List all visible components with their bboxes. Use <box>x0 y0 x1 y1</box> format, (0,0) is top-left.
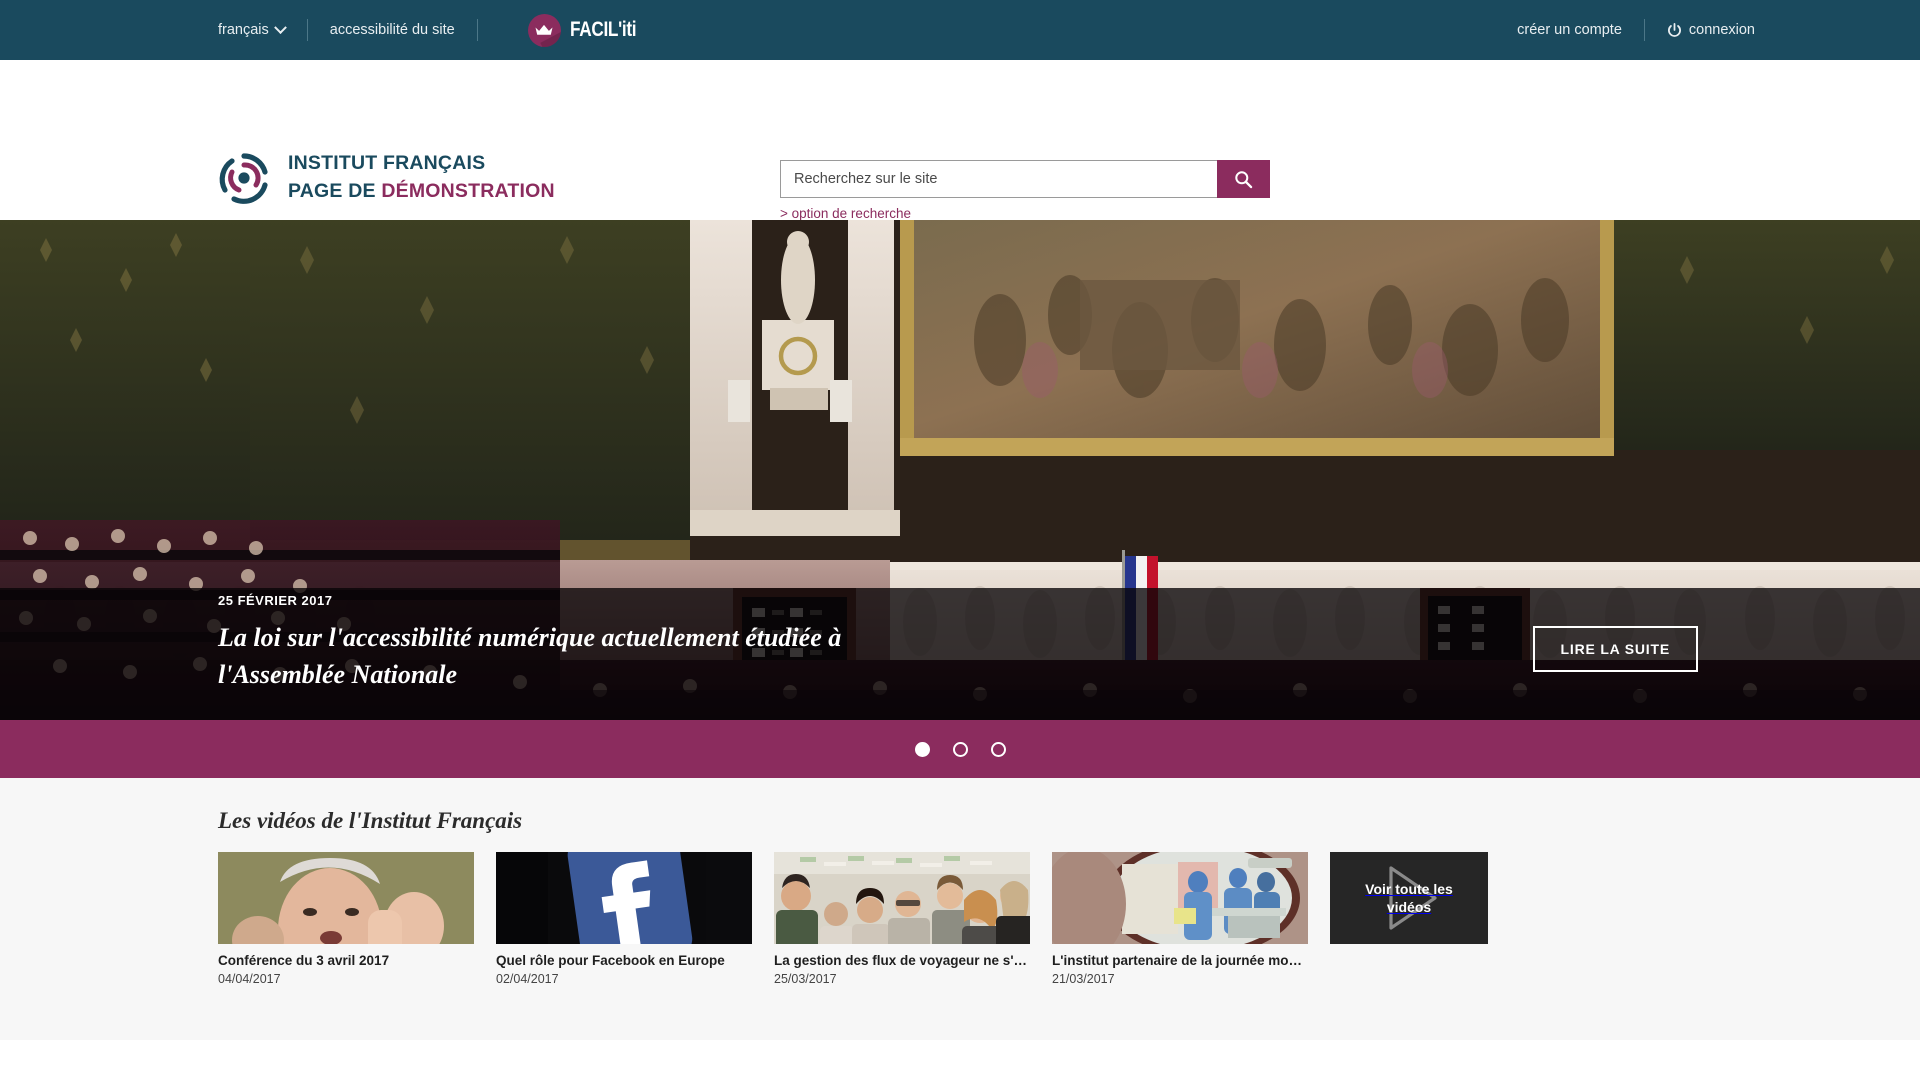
hero-read-more-button[interactable]: LIRE LA SUITE <box>1533 626 1698 672</box>
chevron-down-icon <box>274 21 287 34</box>
divider <box>1644 19 1645 41</box>
site-header: INSTITUT FRANÇAIS PAGE DE DÉMONSTRATION … <box>0 60 1920 220</box>
see-all-videos-label: Voir toute les vidéos <box>1349 880 1469 917</box>
logo-line-2-accent: DÉMONSTRATION <box>381 180 554 202</box>
videos-list: Conférence du 3 avril 2017 04/04/2017 Qu… <box>218 852 1920 986</box>
thumbnail-image <box>218 852 474 944</box>
videos-section: Les vidéos de l'Institut Français Confér… <box>0 778 1920 1040</box>
topbar-left-group: français accessibilité du site FACIL'iti <box>218 14 650 47</box>
faciliti-wordmark: FACIL'iti <box>570 18 636 42</box>
site-search: > option de recherche <box>780 160 1270 223</box>
logo-line-2: PAGE DE DÉMONSTRATION <box>288 178 555 206</box>
video-thumbnail-facebook[interactable] <box>496 852 752 944</box>
top-utility-bar: français accessibilité du site FACIL'iti… <box>0 0 1920 60</box>
divider <box>307 19 308 41</box>
crown-icon <box>535 24 554 37</box>
search-row <box>780 160 1270 198</box>
search-icon <box>1234 170 1253 189</box>
language-selector[interactable]: français <box>218 22 285 38</box>
language-label: français <box>218 22 269 38</box>
slider-dot-1[interactable] <box>915 742 930 757</box>
topbar-right-group: créer un compte connexion <box>1517 19 1755 41</box>
video-title: L'institut partenaire de la journée mond… <box>1052 953 1308 968</box>
hero-date: 25 FÉVRIER 2017 <box>218 593 878 608</box>
slider-dot-3[interactable] <box>991 742 1006 757</box>
video-thumbnail-journee-mondiale[interactable] <box>1052 852 1308 944</box>
accessibility-link[interactable]: accessibilité du site <box>330 22 455 38</box>
thumbnail-image <box>496 852 752 944</box>
slider-dot-2[interactable] <box>953 742 968 757</box>
divider <box>477 19 478 41</box>
video-card: La gestion des flux de voyageur ne s'amé… <box>774 852 1030 986</box>
video-date: 02/04/2017 <box>496 972 752 986</box>
power-icon <box>1667 23 1682 38</box>
video-date: 04/04/2017 <box>218 972 474 986</box>
institut-logo-icon <box>218 152 270 204</box>
videos-section-title: Les vidéos de l'Institut Français <box>218 808 1920 834</box>
video-title: Conférence du 3 avril 2017 <box>218 953 474 968</box>
video-title: Quel rôle pour Facebook en Europe <box>496 953 752 968</box>
video-title: La gestion des flux de voyageur ne s'amé… <box>774 953 1030 968</box>
site-logo-text: INSTITUT FRANÇAIS PAGE DE DÉMONSTRATION <box>288 150 555 205</box>
faciliti-badge <box>528 14 561 47</box>
see-all-videos-button[interactable]: Voir toute les vidéos <box>1330 852 1488 944</box>
video-date: 21/03/2017 <box>1052 972 1308 986</box>
thumbnail-image <box>1052 852 1308 944</box>
create-account-link[interactable]: créer un compte <box>1517 22 1622 38</box>
faciliti-widget-button[interactable]: FACIL'iti <box>528 14 651 47</box>
search-submit-button[interactable] <box>1217 160 1270 198</box>
video-thumbnail-flux-voyageur[interactable] <box>774 852 1030 944</box>
video-card: Quel rôle pour Facebook en Europe 02/04/… <box>496 852 752 986</box>
video-thumbnail-conference[interactable] <box>218 852 474 944</box>
video-card: L'institut partenaire de la journée mond… <box>1052 852 1308 986</box>
hero-title: La loi sur l'accessibilité numérique act… <box>218 620 878 694</box>
video-card: Conférence du 3 avril 2017 04/04/2017 <box>218 852 474 986</box>
login-label: connexion <box>1689 22 1755 38</box>
site-logo-link[interactable]: INSTITUT FRANÇAIS PAGE DE DÉMONSTRATION <box>218 150 555 205</box>
hero-caption: 25 FÉVRIER 2017 La loi sur l'accessibili… <box>218 593 878 694</box>
hero-slider: 25 FÉVRIER 2017 La loi sur l'accessibili… <box>0 220 1920 720</box>
thumbnail-image <box>774 852 1030 944</box>
search-input[interactable] <box>780 160 1217 198</box>
hero-slider-pagination <box>0 720 1920 778</box>
logo-line-2-prefix: PAGE DE <box>288 180 381 202</box>
video-date: 25/03/2017 <box>774 972 1030 986</box>
login-link[interactable]: connexion <box>1667 22 1755 38</box>
logo-line-1: INSTITUT FRANÇAIS <box>288 150 555 178</box>
